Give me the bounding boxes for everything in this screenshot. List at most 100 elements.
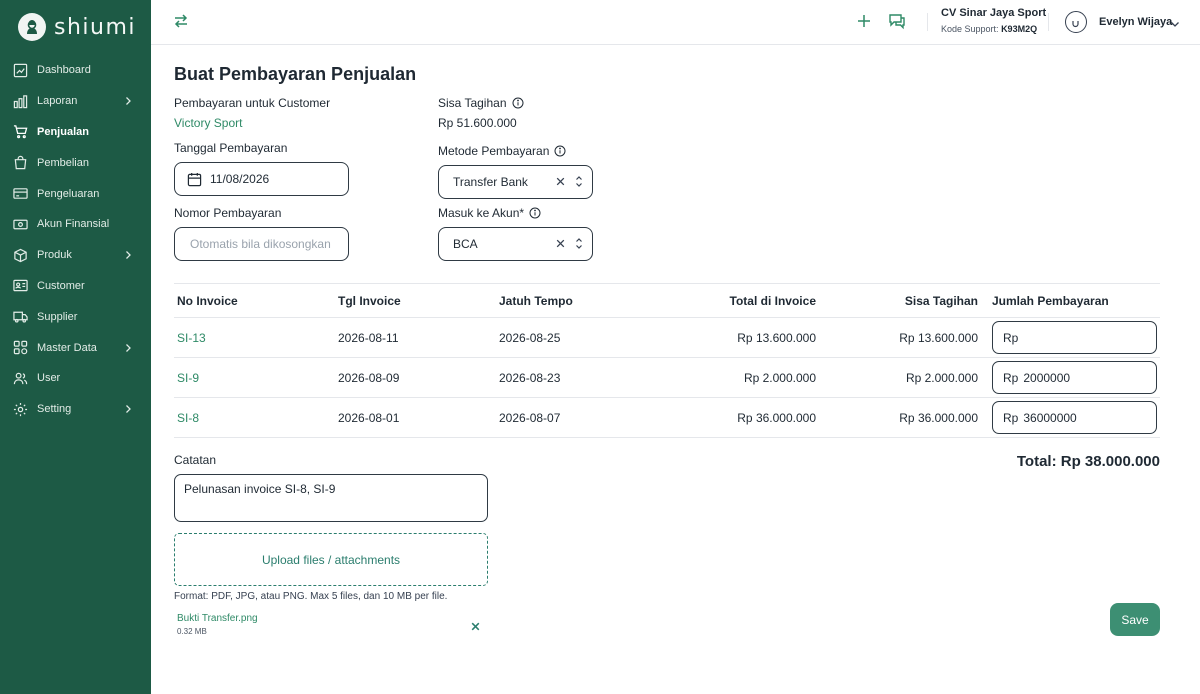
remaining-value: Rp 51.600.000 — [438, 116, 517, 130]
invoice-link[interactable]: SI-13 — [177, 331, 206, 345]
payment-amount-input[interactable]: Rp — [992, 321, 1157, 354]
sidebar-item-customer[interactable]: Customer — [0, 271, 151, 302]
date-label-text: Tanggal Pembayaran — [174, 141, 288, 155]
currency-prefix: Rp — [1003, 410, 1019, 425]
payment-amount-input[interactable]: Rp 36000000 — [992, 401, 1157, 434]
method-select[interactable]: Transfer Bank — [438, 165, 593, 199]
info-icon[interactable] — [554, 145, 566, 157]
account-select[interactable]: BCA — [438, 227, 593, 261]
payment-amount-value: 2000000 — [1023, 370, 1071, 385]
invoice-total: Rp 13.600.000 — [737, 330, 816, 345]
customer-label-text: Pembayaran untuk Customer — [174, 96, 331, 110]
header-jumlah-pembayaran: Jumlah Pembayaran — [992, 293, 1109, 308]
date-field[interactable]: 11/08/2026 — [174, 162, 349, 196]
logo-icon — [18, 13, 46, 41]
attachment-name[interactable]: Bukti Transfer.png — [177, 613, 258, 624]
invoice-remaining: Rp 13.600.000 — [899, 330, 978, 345]
payment-number-input[interactable]: Otomatis bila dikosongkan — [174, 227, 349, 261]
sidebar-item-setting[interactable]: Setting — [0, 394, 151, 425]
sidebar-item-laporan[interactable]: Laporan — [0, 86, 151, 117]
brand[interactable]: shiumi — [0, 0, 151, 54]
sidebar-item-pembelian[interactable]: Pembelian — [0, 147, 151, 178]
bar-chart-icon — [12, 93, 29, 110]
brand-name: shiumi — [54, 14, 137, 40]
payment-amount-input[interactable]: Rp 2000000 — [992, 361, 1157, 394]
sidebar-item-label: Supplier — [37, 310, 78, 323]
sidebar-item-label: Pengeluaran — [37, 187, 100, 200]
table-row: SI-9 2026-08-09 2026-08-23 Rp 2.000.000 … — [174, 358, 1160, 398]
users-icon — [12, 370, 29, 387]
sidebar-nav: Dashboard Laporan Penjualan Pembelian Pe… — [0, 55, 151, 425]
divider — [927, 13, 928, 31]
customer-label: Pembayaran untuk Customer — [174, 96, 330, 110]
invoice-table: No Invoice Tgl Invoice Jatuh Tempo Total… — [174, 283, 1160, 438]
invoice-total: Rp 2.000.000 — [743, 370, 816, 385]
sidebar-item-label: Setting — [37, 403, 72, 416]
notes-textarea[interactable]: Pelunasan invoice SI-8, SI-9 — [174, 474, 488, 522]
table-header: No Invoice Tgl Invoice Jatuh Tempo Total… — [174, 283, 1160, 318]
invoice-remaining: Rp 2.000.000 — [905, 370, 978, 385]
info-icon[interactable] — [512, 97, 524, 109]
support-code-value: K93M2Q — [1001, 24, 1038, 34]
clear-icon[interactable] — [555, 238, 566, 249]
invoice-link[interactable]: SI-9 — [177, 371, 199, 385]
sidebar-item-label: Produk — [37, 249, 72, 262]
chevron-right-icon — [126, 343, 131, 352]
date-value: 11/08/2026 — [210, 172, 270, 186]
sidebar-item-label: Customer — [37, 279, 85, 292]
sidebar-item-label: Laporan — [37, 95, 78, 108]
banknote-icon — [12, 216, 29, 233]
sidebar-item-pengeluaran[interactable]: Pengeluaran — [0, 178, 151, 209]
chevron-right-icon — [126, 97, 131, 106]
swap-arrows-icon[interactable] — [173, 13, 189, 34]
payment-total: Total: Rp 38.000.000 — [1016, 453, 1160, 470]
company-info: CV Sinar Jaya Sport Kode Support: K93M2Q — [941, 7, 1046, 34]
calendar-icon — [187, 172, 202, 186]
credit-card-icon — [12, 185, 29, 202]
invoice-link[interactable]: SI-8 — [177, 411, 199, 425]
upload-dropzone[interactable]: Upload files / attachments — [174, 533, 488, 586]
chart-line-icon — [12, 62, 29, 79]
sidebar-item-produk[interactable]: Produk — [0, 240, 151, 271]
upload-label: Upload files / attachments — [261, 552, 401, 567]
chevron-right-icon — [126, 405, 131, 414]
date-label: Tanggal Pembayaran — [174, 141, 287, 155]
avatar[interactable] — [1065, 11, 1087, 33]
sidebar-item-user[interactable]: User — [0, 363, 151, 394]
sidebar-item-label: Dashboard — [37, 64, 91, 77]
upload-hint: Format: PDF, JPG, atau PNG. Max 5 files,… — [174, 591, 448, 602]
header-no-invoice: No Invoice — [177, 293, 238, 308]
sidebar-item-supplier[interactable]: Supplier — [0, 301, 151, 332]
sidebar-item-master-data[interactable]: Master Data — [0, 332, 151, 363]
currency-prefix: Rp — [1003, 330, 1019, 345]
currency-prefix: Rp — [1003, 370, 1019, 385]
header-sisa-tagihan: Sisa Tagihan — [904, 293, 978, 308]
number-label-text: Nomor Pembayaran — [174, 206, 282, 220]
sidebar-item-dashboard[interactable]: Dashboard — [0, 55, 151, 86]
clear-icon[interactable] — [555, 176, 566, 187]
invoice-remaining: Rp 36.000.000 — [899, 410, 978, 425]
grid-icon — [12, 339, 29, 356]
customer-link[interactable]: Victory Sport — [174, 116, 242, 130]
sidebar-item-penjualan[interactable]: Penjualan — [0, 117, 151, 148]
invoice-date: 2026-08-09 — [338, 370, 400, 385]
method-value: Transfer Bank — [453, 175, 528, 189]
id-card-icon — [12, 277, 29, 294]
invoice-due: 2026-08-23 — [499, 370, 561, 385]
info-icon[interactable] — [529, 207, 541, 219]
chat-icon[interactable] — [888, 12, 906, 35]
invoice-date: 2026-08-01 — [338, 410, 400, 425]
truck-icon — [12, 308, 29, 325]
invoice-due: 2026-08-07 — [499, 410, 561, 425]
header-jatuh-tempo: Jatuh Tempo — [499, 293, 573, 308]
sidebar-item-akun-finansial[interactable]: Akun Finansial — [0, 209, 151, 240]
company-name: CV Sinar Jaya Sport — [941, 7, 1047, 19]
support-code: Kode Support: K93M2Q — [941, 24, 1046, 34]
notes-label: Catatan — [174, 453, 217, 467]
remove-attachment-icon[interactable] — [470, 619, 481, 637]
chevron-down-icon[interactable] — [1170, 16, 1180, 34]
plus-icon[interactable] — [856, 13, 872, 34]
table-row: SI-13 2026-08-11 2026-08-25 Rp 13.600.00… — [174, 318, 1160, 358]
save-button[interactable]: Save — [1110, 603, 1160, 636]
user-name[interactable]: Evelyn Wijaya — [1099, 16, 1172, 28]
